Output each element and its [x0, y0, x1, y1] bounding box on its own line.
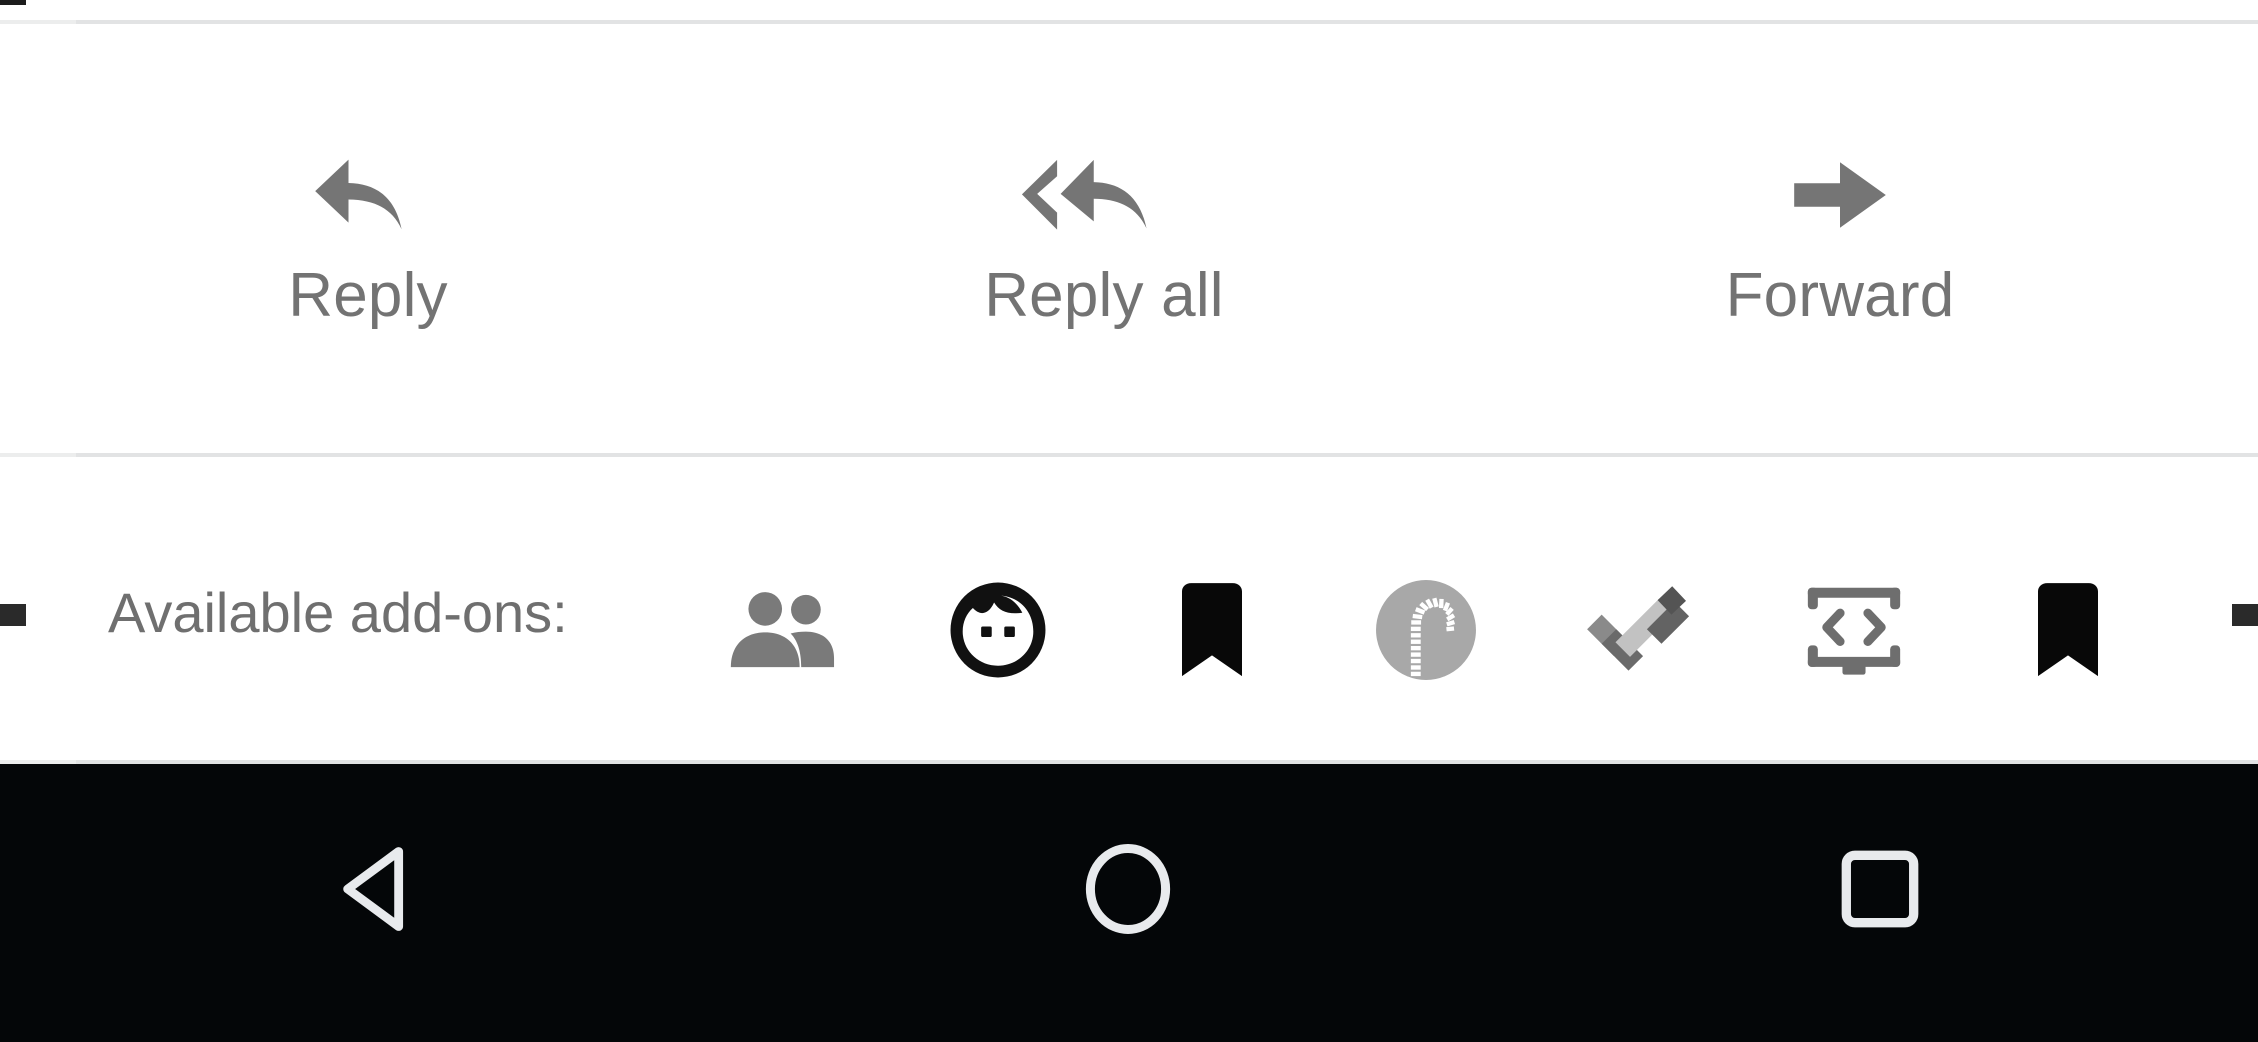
addon-candy-cane-button[interactable] [1366, 575, 1486, 685]
nav-recents-button[interactable] [1504, 764, 2256, 1042]
app-screen: Reply Reply all Forward Available add-on… [0, 0, 2258, 1042]
addon-code-screen-button[interactable] [1794, 575, 1914, 685]
person-face-icon [947, 579, 1049, 681]
reply-arrow-icon [305, 147, 431, 243]
forward-button[interactable]: Forward [1472, 89, 2208, 389]
addon-bookmark-button[interactable] [1152, 575, 1272, 685]
addon-checkmark-button[interactable] [1580, 575, 1700, 685]
addon-person-face-button[interactable] [938, 575, 1058, 685]
nav-home-button[interactable] [752, 764, 1504, 1042]
people-group-icon [725, 587, 843, 673]
bookmark-icon-2 [2029, 580, 2107, 680]
nav-back-button[interactable] [0, 764, 752, 1042]
forward-button-label: Forward [1725, 260, 1955, 330]
code-screen-icon [1800, 580, 1908, 680]
addon-bookmark-2-button[interactable] [2008, 575, 2128, 685]
checkmark-icon [1582, 584, 1698, 676]
back-triangle-icon [332, 843, 420, 935]
home-circle-icon [1081, 840, 1175, 938]
top-scroll-fragment [0, 0, 26, 5]
reply-action-bar: Reply Reply all Forward [0, 24, 2258, 453]
addons-label: Available add-ons: [108, 581, 568, 644]
reply-all-button-label: Reply all [984, 260, 1224, 330]
addons-scroll-fragment-left[interactable] [0, 604, 26, 626]
android-navigation-bar [0, 764, 2258, 1042]
reply-all-arrow-icon [1019, 147, 1189, 243]
forward-arrow-icon [1784, 147, 1896, 243]
reply-button[interactable]: Reply [0, 89, 736, 389]
bookmark-icon [1173, 580, 1251, 680]
candy-cane-circle-icon [1373, 577, 1479, 683]
reply-all-button[interactable]: Reply all [736, 89, 1472, 389]
addon-people-group-button[interactable] [724, 575, 844, 685]
addons-scroll-fragment-right[interactable] [2232, 604, 2258, 626]
recents-square-icon [1837, 846, 1923, 932]
reply-button-label: Reply [288, 260, 448, 330]
